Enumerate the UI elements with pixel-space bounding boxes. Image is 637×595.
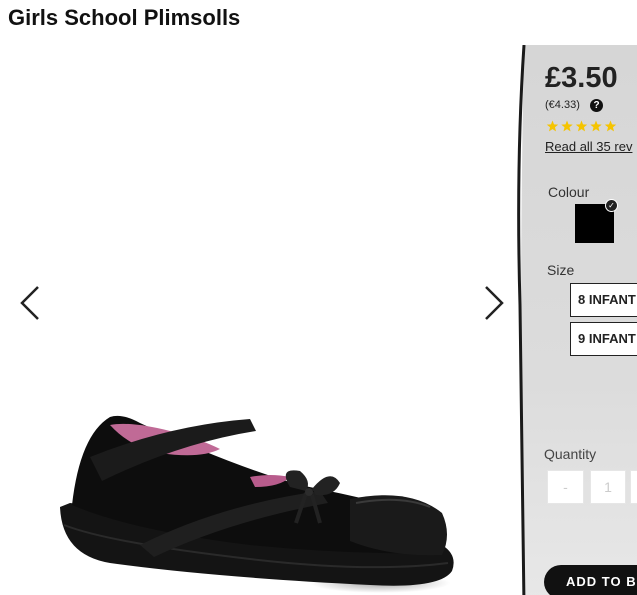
star-icon xyxy=(561,120,573,132)
question-circle-icon[interactable]: ? xyxy=(590,99,603,112)
check-icon: ✓ xyxy=(605,199,618,212)
eur-price: (€4.33) xyxy=(545,99,580,111)
star-icon xyxy=(604,120,617,132)
size-option-8-infant[interactable]: 8 INFANT xyxy=(570,283,637,317)
chevron-left-icon[interactable] xyxy=(18,285,42,321)
colour-label: Colour xyxy=(548,184,590,200)
product-title: Girls School Plimsolls xyxy=(8,5,241,30)
product-image xyxy=(60,415,454,593)
star-icon xyxy=(546,120,559,132)
chevron-right-icon[interactable] xyxy=(482,285,506,321)
size-label: Size xyxy=(547,262,575,278)
add-to-bag-button[interactable]: ADD TO BA xyxy=(544,565,637,595)
product-page: Girls School Plimsolls £3.50 (€4.33) ? R… xyxy=(0,0,637,595)
quantity-decrease-button[interactable]: - xyxy=(547,470,584,504)
size-option-9-infant[interactable]: 9 INFANT xyxy=(570,322,637,356)
rating-stars xyxy=(546,120,617,132)
image-gallery xyxy=(0,45,525,595)
quantity-label: Quantity xyxy=(544,446,597,462)
star-icon xyxy=(575,120,588,132)
star-icon xyxy=(590,120,602,132)
price: £3.50 xyxy=(545,62,618,94)
quantity-input[interactable]: 1 xyxy=(590,470,626,504)
quantity-increase-button[interactable] xyxy=(630,470,637,504)
read-reviews-link[interactable]: Read all 35 rev xyxy=(545,139,632,154)
